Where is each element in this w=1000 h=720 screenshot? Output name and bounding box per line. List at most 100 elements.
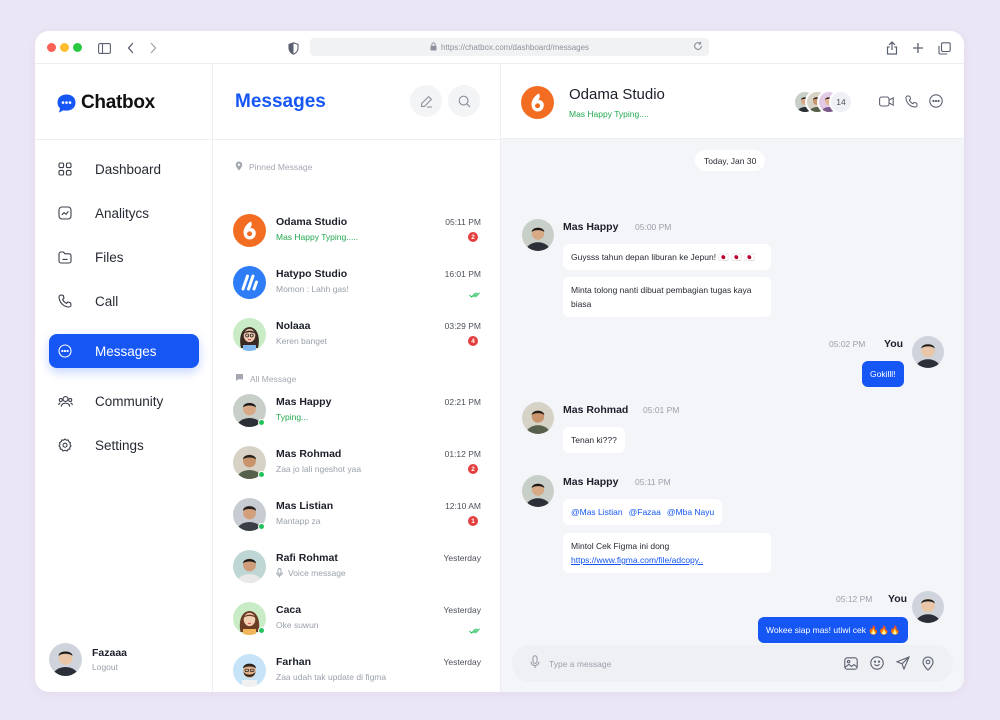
chat-name: Caca [276, 604, 302, 616]
location-icon[interactable] [920, 655, 936, 671]
app-window: https://chatbox.com/dashboard/messages C… [35, 31, 964, 692]
hatypo-studio-logo-icon [233, 266, 266, 299]
read-receipt-icon [469, 621, 480, 639]
sidebar-item-messages[interactable]: Messages [49, 334, 199, 368]
more-options-icon[interactable] [928, 93, 944, 109]
chat-item-mas-rohmad[interactable]: Mas Rohmad Zaa jo lali ngeshot yaa 01:12… [233, 444, 481, 484]
chat-item-hatypo-studio[interactable]: Hatypo Studio Momon : Lahh gas! 16:01 PM [233, 264, 481, 304]
chat-icon [57, 343, 73, 359]
sidebar-item-files[interactable]: Files [49, 240, 199, 274]
pin-icon [235, 161, 243, 173]
chat-name: Odama Studio [276, 216, 348, 228]
message-time: 05:11 PM [635, 477, 671, 487]
brand-name: Chatbox [81, 92, 155, 113]
sidebar-item-dashboard[interactable]: Dashboard [49, 152, 199, 186]
unread-badge: 1 [468, 516, 478, 526]
send-icon[interactable] [895, 655, 911, 671]
new-tab-icon[interactable] [910, 40, 926, 56]
mention[interactable]: @Fazaa [629, 507, 661, 517]
sidebar-item-label: Analitycs [95, 205, 150, 221]
brand-logo[interactable]: Chatbox [56, 92, 155, 114]
chat-preview: Voice message [276, 568, 346, 578]
chat-preview: Keren banget [276, 336, 328, 346]
sender-name: Mas Happy [563, 476, 619, 488]
online-indicator [258, 523, 265, 530]
online-indicator [258, 471, 265, 478]
chat-name: Mas Listian [276, 500, 334, 512]
message-time: 05:01 PM [643, 405, 680, 415]
chat-time: Yesterday [443, 605, 482, 615]
chat-item-odama-studio[interactable]: Odama Studio Mas Happy Typing..... 05:11… [233, 212, 481, 252]
chat-time: 01:12 PM [444, 449, 481, 459]
mention[interactable]: @Mas Listian [571, 507, 623, 517]
conversation-header: Odama Studio Mas Happy Typing.... 14 [501, 64, 964, 139]
sender-name: You [888, 593, 908, 605]
chat-preview-text: Voice message [288, 568, 346, 578]
chat-preview: Typing... [276, 412, 309, 422]
forward-icon[interactable] [145, 40, 161, 56]
privacy-shield-icon[interactable] [285, 40, 301, 56]
image-icon[interactable] [843, 655, 859, 671]
message-bubble: Guysss tahun depan liburan ke Jepun! 🇯🇵 … [563, 244, 771, 270]
avatar [233, 654, 266, 687]
message-bubble: Minta tolong nanti dibuat pembagian tuga… [563, 277, 771, 317]
avatar [233, 318, 266, 351]
message-bubble-own: Wokee siap mas! utiwi cek 🔥🔥🔥 [758, 617, 909, 643]
phone-icon [57, 293, 73, 309]
unread-badge: 4 [468, 336, 478, 346]
sidebar-item-settings[interactable]: Settings [49, 428, 199, 462]
chatbox-logo-icon [57, 94, 76, 113]
sidebar-toggle-icon[interactable] [96, 40, 112, 56]
message-input[interactable] [549, 654, 829, 673]
figma-link[interactable]: https://www.figma.com/file/adcopy.. [571, 555, 703, 565]
chat-preview: Mantapp za [276, 516, 321, 526]
member-count: 14 [829, 90, 853, 114]
message-time: 05:00 PM [635, 222, 672, 232]
search-button[interactable] [448, 85, 480, 117]
odama-studio-logo-icon [521, 86, 554, 119]
sender-avatar [912, 591, 944, 623]
message-bubble-mentions: @Mas Listian @Fazaa @Mba Nayu [563, 499, 723, 525]
chat-item-nolaaa[interactable]: Nolaaa Keren banget 03:29 PM 4 [233, 316, 481, 356]
message-composer [512, 645, 953, 682]
compose-button[interactable] [410, 85, 442, 117]
microphone-icon[interactable] [530, 655, 540, 674]
sender-name: You [884, 338, 904, 350]
message-bubble: Mintol Cek Figma ini dong https://www.fi… [563, 533, 771, 573]
logout-link[interactable]: Logout [92, 662, 127, 672]
reload-icon[interactable] [693, 41, 703, 53]
sidebar-item-call[interactable]: Call [49, 284, 199, 318]
chat-item-mas-listian[interactable]: Mas Listian Mantapp za 12:10 AM 1 [233, 496, 481, 536]
chat-preview: Mas Happy Typing..... [276, 232, 359, 242]
chat-item-mas-happy[interactable]: Mas Happy Typing... 02:21 PM [233, 392, 481, 432]
maximize-window-button[interactable] [73, 43, 82, 52]
sidebar-item-label: Community [95, 393, 164, 409]
close-window-button[interactable] [47, 43, 56, 52]
sender-avatar [522, 475, 554, 507]
phone-icon[interactable] [903, 93, 919, 109]
address-bar[interactable]: https://chatbox.com/dashboard/messages [310, 38, 709, 56]
grid-icon [57, 161, 73, 177]
read-receipt-icon [469, 285, 480, 303]
chat-bubble-icon [235, 373, 244, 384]
video-call-icon[interactable] [878, 93, 894, 109]
sidebar-item-community[interactable]: Community [49, 384, 199, 418]
divider [35, 139, 213, 140]
current-user[interactable]: Fazaaa Logout [49, 643, 127, 676]
divider [213, 139, 501, 140]
minimize-window-button[interactable] [60, 43, 69, 52]
sidebar-item-analitycs[interactable]: Analitycs [49, 196, 199, 230]
chat-preview: Zaa udah tak update di figma [276, 672, 387, 682]
emoji-icon[interactable] [869, 655, 885, 671]
share-icon[interactable] [884, 40, 900, 56]
back-icon[interactable] [123, 40, 139, 56]
chat-name: Nolaaa [276, 320, 311, 332]
sidebar-item-label: Messages [95, 343, 157, 359]
message-time: 05:12 PM [836, 594, 873, 604]
tabs-overview-icon[interactable] [936, 40, 952, 56]
chat-item-rafi-rohmat[interactable]: Rafi Rohmat Voice message Yesterday [233, 548, 481, 588]
mention[interactable]: @Mba Nayu [667, 507, 714, 517]
odama-studio-logo-icon [233, 214, 266, 247]
chat-item-farhan[interactable]: Farhan Zaa udah tak update di figma Yest… [233, 652, 481, 692]
chat-item-caca[interactable]: Caca Oke suwun Yesterday [233, 600, 481, 640]
